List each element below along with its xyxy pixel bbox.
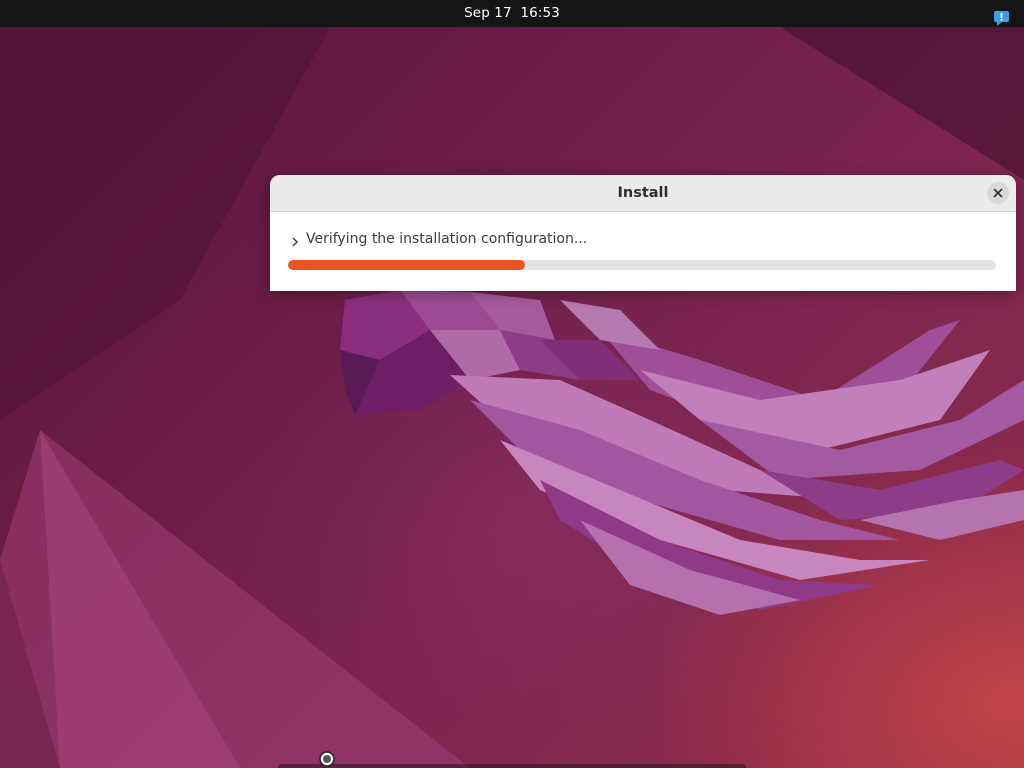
close-icon xyxy=(993,188,1003,198)
details-expander[interactable]: Verifying the installation configuration… xyxy=(290,228,587,250)
wallpaper-jellyfish-art xyxy=(0,27,1024,768)
desktop xyxy=(0,0,1024,768)
notification-bubble-icon[interactable] xyxy=(993,10,1010,27)
chevron-right-icon xyxy=(292,237,298,247)
install-window: Install Verifying the installation confi… xyxy=(270,175,1016,291)
progress-bar xyxy=(288,260,996,270)
busy-cursor-icon xyxy=(319,751,335,767)
clock[interactable]: Sep 17 16:53 xyxy=(0,0,1024,27)
top-bar: Sep 17 16:53 xyxy=(0,0,1024,27)
status-text: Verifying the installation configuration… xyxy=(306,231,588,247)
dock-edge xyxy=(278,764,746,768)
close-button[interactable] xyxy=(987,182,1009,204)
window-title: Install xyxy=(617,185,669,201)
progress-bar-fill xyxy=(288,260,526,270)
window-content: Verifying the installation configuration… xyxy=(270,212,1016,291)
window-titlebar[interactable]: Install xyxy=(270,175,1016,212)
